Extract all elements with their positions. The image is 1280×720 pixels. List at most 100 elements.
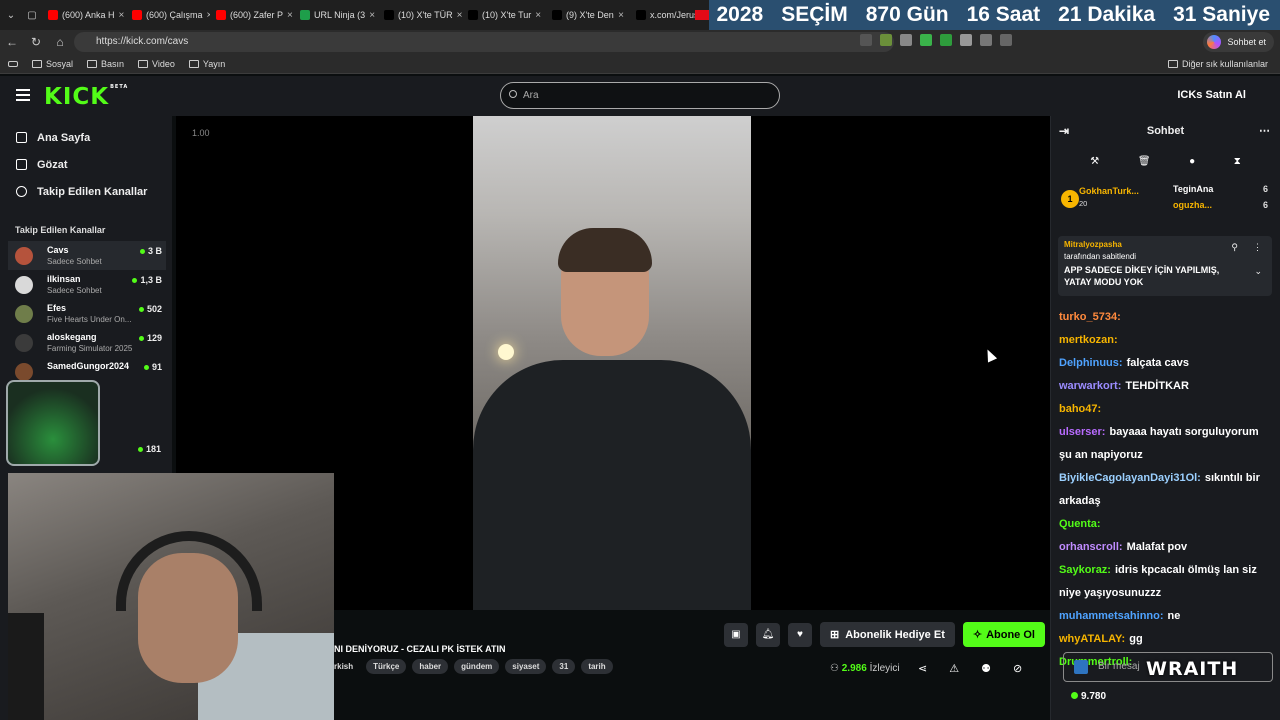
close-icon[interactable]: × [618,10,624,21]
stream-tag[interactable]: rkish [334,659,360,674]
nav-browse[interactable]: Gözat [0,151,172,178]
chat-options-icon[interactable]: ⋯ [1259,116,1270,146]
pinned-label: tarafından sabitlendi [1064,252,1137,261]
stream-tag[interactable]: gündem [454,659,500,674]
tab-list-chevron-icon[interactable]: ⌄ [0,10,22,21]
chat-username[interactable]: BiyikleCagolayanDayi31Ol: [1059,472,1201,484]
pinned-message[interactable]: Mitralyozpasha tarafından sabitlendi APP… [1058,236,1272,296]
hourglass-icon[interactable]: ⧗ [1234,156,1241,167]
stream-tag[interactable]: haber [412,659,449,674]
browser-tab[interactable]: URL Ninja (3 × [294,3,378,27]
chat-username[interactable]: Saykoraz: [1059,564,1111,576]
browser-tab[interactable]: (600) Zafer P × [210,3,294,27]
channel-viewers: 1,3 B [132,275,162,285]
chat-username[interactable]: mertkozan: [1059,334,1118,346]
chat-bubble-icon[interactable]: ● [1189,156,1195,167]
home-icon[interactable]: ⌂ [48,35,72,49]
extension-icon[interactable] [1000,34,1012,46]
chat-username[interactable]: ulserser: [1059,426,1105,438]
tab-favicon-icon [636,10,646,20]
browser-tab[interactable]: (600) Çalışma × [126,3,210,27]
channel-category: Farming Simulator 2025 [47,344,133,353]
headphones-icon [116,531,262,611]
extension-icon[interactable] [860,34,872,46]
webcam-overlay [8,473,334,720]
chat-messages: turko_5734: mertkozan: Delphinuus: falçata … [1059,306,1271,674]
back-icon[interactable]: ← [0,35,24,49]
bookmark-basin[interactable]: Basın [87,59,124,69]
menu-icon[interactable] [16,89,30,101]
followed-channel[interactable]: aloskegang Farming Simulator 2025 129 [8,328,166,357]
close-icon[interactable]: × [369,10,375,21]
followed-channel[interactable]: Efes Five Hearts Under On... 502 [8,299,166,328]
followed-channel[interactable]: ilkinsan Sadece Sohbet 1,3 B [8,270,166,299]
extension-icon[interactable] [940,34,952,46]
nav-following[interactable]: Takip Edilen Kanallar [0,178,172,205]
pinned-options-icon[interactable]: ⋮ [1253,242,1262,253]
close-icon[interactable]: × [535,10,541,21]
collapse-chat-icon[interactable]: ⇥ [1059,116,1069,146]
kick-logo[interactable]: KICKBETA [44,84,128,110]
buy-kicks-button[interactable]: ICKs Satın Al [1177,89,1246,101]
countdown-hours: 16 Saat [966,3,1041,26]
other-bookmarks-label: Diğer sık kullanılanlar [1181,58,1268,69]
pin-icon[interactable]: ⚲ [1231,242,1238,253]
extension-icon[interactable] [980,34,992,46]
close-icon[interactable]: × [119,10,125,21]
extension-icon[interactable] [920,34,932,46]
browser-tab[interactable]: (10) X'te Tur × [462,3,546,27]
notification-bell-button[interactable]: 🔔︎ [756,622,780,647]
chat-username[interactable]: warwarkort: [1059,380,1121,392]
reload-icon[interactable]: ↻ [24,35,48,49]
stream-tag[interactable]: tarih [581,659,613,674]
tab-favicon-icon [552,10,562,20]
stream-tag[interactable]: 31 [552,659,576,674]
stream-tag[interactable]: siyaset [505,659,547,674]
hide-chat-icon[interactable]: ⊘ [1013,662,1022,675]
chat-username[interactable]: Delphinuus: [1059,357,1123,369]
bookmark-menu-icon[interactable] [8,60,18,67]
channel-category: Sadece Sohbet [47,257,102,266]
chat-username[interactable]: baho47: [1059,403,1101,415]
stream-tag[interactable]: Türkçe [366,659,407,674]
chat-message: warwarkort: TEHDİTKAR [1059,375,1271,398]
workspaces-icon[interactable]: ▢ [22,10,42,21]
extension-icon[interactable] [960,34,972,46]
report-icon[interactable]: ⚠ [949,662,959,675]
followed-channel[interactable]: Cavs Sadece Sohbet 3 B [8,241,166,270]
close-icon[interactable]: × [287,10,293,21]
share-icon[interactable]: ⋖ [918,662,927,675]
chat-username[interactable]: muhammetsahinno: [1059,610,1164,622]
avatar [15,363,33,381]
chat-username[interactable]: turko_5734: [1059,311,1121,323]
copilot-chat-button[interactable]: Sohbet et [1203,32,1274,52]
theater-mode-button[interactable]: ▣ [724,622,748,647]
browser-tab[interactable]: (9) X'te Den × [546,3,630,27]
trash-icon[interactable]: 🗑︎ [1138,156,1151,167]
chat-username[interactable]: whyATALAY: [1059,633,1125,645]
emote-icon[interactable] [1074,660,1088,674]
election-countdown-banner: 2028 SEÇİM 870 Gün 16 Saat 21 Dakika 31 … [694,0,1280,30]
gift-subscription-button[interactable]: ⊞ Abonelik Hediye Et [820,622,955,647]
nav-home[interactable]: Ana Sayfa [0,124,172,151]
bookmarks-bar: Sosyal Basın Video Yayın Diğer sık kulla… [0,54,1280,74]
bookmark-yayin[interactable]: Yayın [188,59,225,69]
hammer-icon[interactable]: ⚒ [1090,156,1099,167]
channel-points[interactable]: 9.780 [1071,691,1106,702]
extension-icon[interactable] [900,34,912,46]
extension-icon[interactable] [880,34,892,46]
nav-following-label: Takip Edilen Kanallar [37,185,148,198]
bookmark-sosyal[interactable]: Sosyal [32,59,73,69]
browser-tab[interactable]: (10) X'te TÜR × [378,3,462,27]
expand-pinned-icon[interactable]: ⌄ [1254,266,1262,277]
bookmark-video[interactable]: Video [138,59,175,69]
url-input[interactable]: https://kick.com/cavs [74,32,894,52]
user-add-icon[interactable]: ⚉ [981,662,991,675]
other-bookmarks[interactable]: Diğer sık kullanılanlar [1167,58,1268,69]
follow-heart-button[interactable]: ♥ [788,622,812,647]
chat-username[interactable]: orhanscroll: [1059,541,1123,553]
subscribe-button[interactable]: ✧ Abone Ol [962,622,1045,647]
search-input[interactable]: Ara [500,82,780,109]
chat-username[interactable]: Quenta: [1059,518,1101,530]
browser-tab[interactable]: (600) Anka H × [42,3,126,27]
